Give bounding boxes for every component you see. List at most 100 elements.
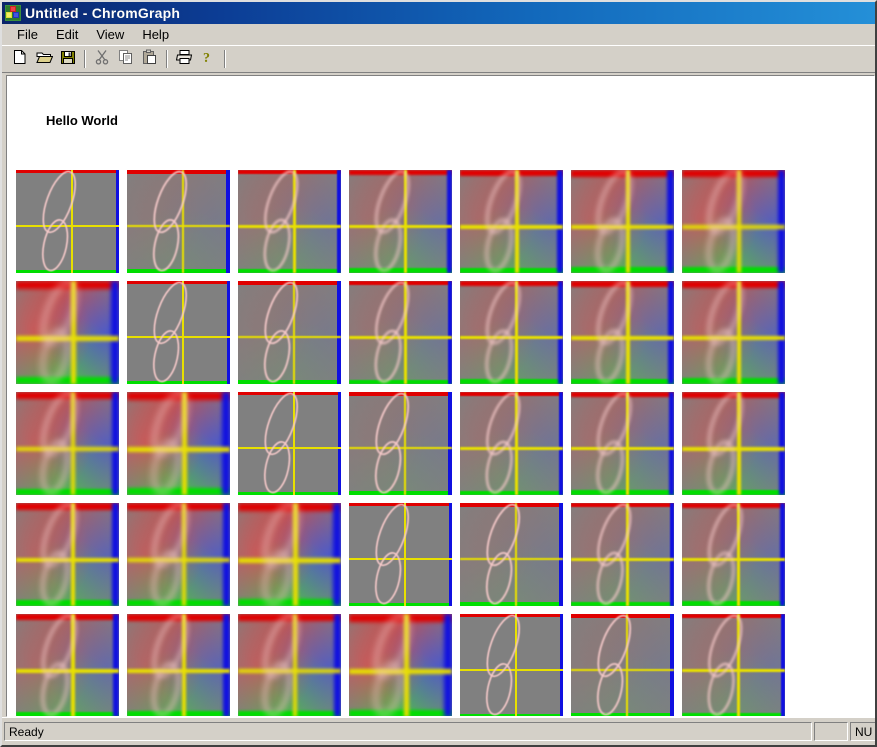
thumbnail-cell[interactable]	[127, 281, 230, 384]
thumbnail-cell[interactable]	[682, 170, 785, 273]
thumbnail-cell[interactable]	[16, 281, 119, 384]
menu-item-edit[interactable]: Edit	[47, 25, 87, 45]
thumbnail-cell[interactable]	[460, 170, 563, 273]
thumbnail-cell[interactable]	[682, 392, 785, 495]
save-button[interactable]	[56, 48, 80, 71]
lissajous-curve	[238, 503, 341, 606]
thumbnail-cell[interactable]	[571, 614, 674, 716]
new-file-icon	[12, 49, 28, 70]
title-bar[interactable]: Untitled - ChromGraph	[2, 2, 875, 24]
copy-icon	[118, 49, 134, 70]
app-blocks-icon	[5, 5, 21, 21]
thumbnail-cell[interactable]	[127, 392, 230, 495]
lissajous-curve	[127, 614, 230, 716]
copy-button[interactable]	[114, 48, 138, 71]
lissajous-curve	[682, 614, 785, 716]
lissajous-curve	[682, 170, 785, 273]
lissajous-curve	[349, 392, 452, 495]
toolbar-separator	[84, 50, 86, 68]
document-client-area[interactable]: Hello World	[6, 75, 875, 717]
cut-button[interactable]	[90, 48, 114, 71]
lissajous-curve	[571, 614, 674, 716]
thumbnail-cell[interactable]	[238, 392, 341, 495]
help-button[interactable]: ?	[196, 48, 220, 71]
menu-item-file[interactable]: File	[8, 25, 47, 45]
lissajous-curve	[16, 503, 119, 606]
thumbnail-cell[interactable]	[349, 392, 452, 495]
menu-item-view[interactable]: View	[87, 25, 133, 45]
thumbnail-cell[interactable]	[682, 614, 785, 716]
lissajous-curve	[349, 281, 452, 384]
lissajous-curve	[238, 614, 341, 716]
lissajous-curve	[127, 392, 230, 495]
thumbnail-cell[interactable]	[460, 503, 563, 606]
lissajous-curve	[16, 281, 119, 384]
menu-item-help[interactable]: Help	[133, 25, 178, 45]
thumbnail-cell[interactable]	[349, 170, 452, 273]
status-bar: Ready NU	[2, 717, 875, 745]
lissajous-curve	[16, 614, 119, 716]
lissajous-curve	[238, 281, 341, 384]
thumbnail-cell[interactable]	[571, 503, 674, 606]
open-folder-button[interactable]	[32, 48, 56, 71]
thumbnail-cell[interactable]	[16, 170, 119, 273]
thumbnail-cell[interactable]	[16, 392, 119, 495]
lissajous-curve	[571, 503, 674, 606]
application-window: Untitled - ChromGraph File Edit View Hel…	[0, 0, 877, 747]
lissajous-curve	[349, 614, 452, 716]
open-folder-icon	[35, 49, 53, 70]
toolbar: ?	[2, 45, 875, 73]
new-file-button[interactable]	[8, 48, 32, 71]
svg-text:?: ?	[203, 51, 210, 65]
lissajous-curve	[460, 170, 563, 273]
lissajous-curve	[238, 392, 341, 495]
paste-button[interactable]	[138, 48, 162, 71]
lissajous-curve	[349, 503, 452, 606]
thumbnail-cell[interactable]	[349, 614, 452, 716]
thumbnail-cell[interactable]	[571, 170, 674, 273]
thumbnail-cell[interactable]	[460, 614, 563, 716]
thumbnail-cell[interactable]	[238, 170, 341, 273]
page-title: Hello World	[46, 113, 118, 128]
thumbnail-cell[interactable]	[127, 170, 230, 273]
thumbnail-cell[interactable]	[16, 614, 119, 716]
thumbnail-cell[interactable]	[127, 614, 230, 716]
thumbnail-cell[interactable]	[349, 503, 452, 606]
thumbnail-cell[interactable]	[349, 281, 452, 384]
thumbnail-cell[interactable]	[682, 281, 785, 384]
thumbnail-cell[interactable]	[571, 281, 674, 384]
lissajous-curve	[571, 170, 674, 273]
thumbnail-cell[interactable]	[127, 503, 230, 606]
lissajous-curve	[460, 503, 563, 606]
cut-scissors-icon	[94, 49, 110, 70]
thumbnail-cell[interactable]	[682, 503, 785, 606]
help-question-icon: ?	[201, 49, 215, 70]
status-indicator-num: NU	[850, 722, 875, 741]
thumbnail-cell[interactable]	[571, 392, 674, 495]
thumbnail-cell[interactable]	[460, 392, 563, 495]
lissajous-curve	[682, 281, 785, 384]
window-title: Untitled - ChromGraph	[25, 5, 181, 21]
lissajous-curve	[571, 281, 674, 384]
print-button[interactable]	[172, 48, 196, 71]
lissajous-curve	[460, 392, 563, 495]
thumbnail-cell[interactable]	[460, 281, 563, 384]
thumbnail-grid	[16, 170, 874, 716]
lissajous-curve	[238, 170, 341, 273]
lissajous-curve	[127, 170, 230, 273]
save-disk-icon	[60, 49, 76, 70]
lissajous-curve	[460, 614, 563, 716]
thumbnail-cell[interactable]	[238, 614, 341, 716]
lissajous-curve	[16, 392, 119, 495]
lissajous-curve	[127, 281, 230, 384]
lissajous-curve	[682, 503, 785, 606]
toolbar-separator	[224, 50, 226, 68]
menu-bar: File Edit View Help	[2, 24, 875, 45]
thumbnail-cell[interactable]	[238, 503, 341, 606]
status-indicator-blank	[814, 722, 848, 741]
thumbnail-cell[interactable]	[238, 281, 341, 384]
lissajous-curve	[682, 392, 785, 495]
thumbnail-cell[interactable]	[16, 503, 119, 606]
paste-clipboard-icon	[142, 49, 158, 70]
print-icon	[175, 49, 193, 70]
